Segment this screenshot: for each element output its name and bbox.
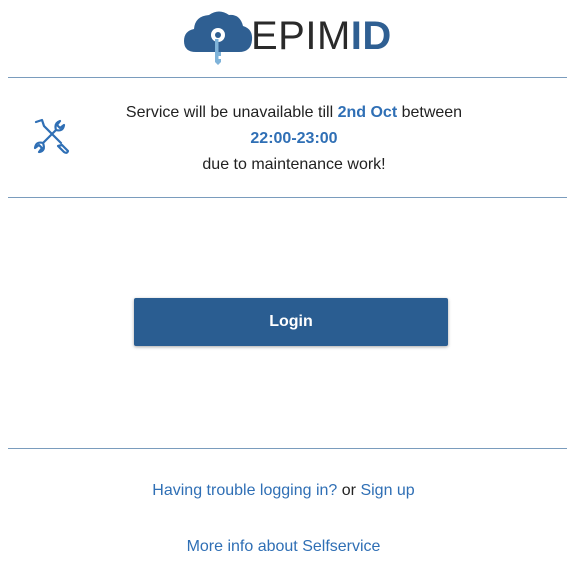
more-info-line: More info about Selfservice (0, 537, 567, 557)
maintenance-notice: Service will be unavailable till 2nd Oct… (8, 80, 567, 195)
sign-up-link[interactable]: Sign up (360, 482, 414, 499)
or-text: or (337, 482, 361, 499)
notice-text-before: Service will be unavailable till (125, 104, 338, 121)
notice-time-window: 22:00-23:00 (250, 130, 338, 147)
brand-name-part2: ID (350, 14, 392, 58)
trouble-logging-in-link[interactable]: Having trouble logging in? (152, 482, 337, 499)
more-info-link[interactable]: More info about Selfservice (187, 538, 381, 555)
login-button[interactable]: Login (134, 298, 448, 346)
notice-text-after-date: between (397, 104, 463, 121)
help-line: Having trouble logging in? or Sign up (0, 481, 567, 501)
brand-name-part1: EPIM (251, 14, 351, 58)
notice-date: 2nd Oct (337, 104, 398, 121)
brand-name: EPIMID (251, 14, 392, 58)
wrench-screwdriver-icon (33, 118, 70, 154)
notice-text-end: due to maintenance work! (202, 156, 386, 173)
notice-line-1: Service will be unavailable till 2nd Oct… (98, 100, 490, 126)
header: EPIMID (0, 0, 567, 76)
notice-text: Service will be unavailable till 2nd Oct… (98, 100, 490, 178)
epimid-logo: EPIMID (182, 8, 412, 70)
divider-middle (8, 197, 567, 198)
divider-bottom (8, 448, 567, 449)
divider-top (8, 77, 567, 78)
cloud-key-icon (184, 11, 253, 65)
